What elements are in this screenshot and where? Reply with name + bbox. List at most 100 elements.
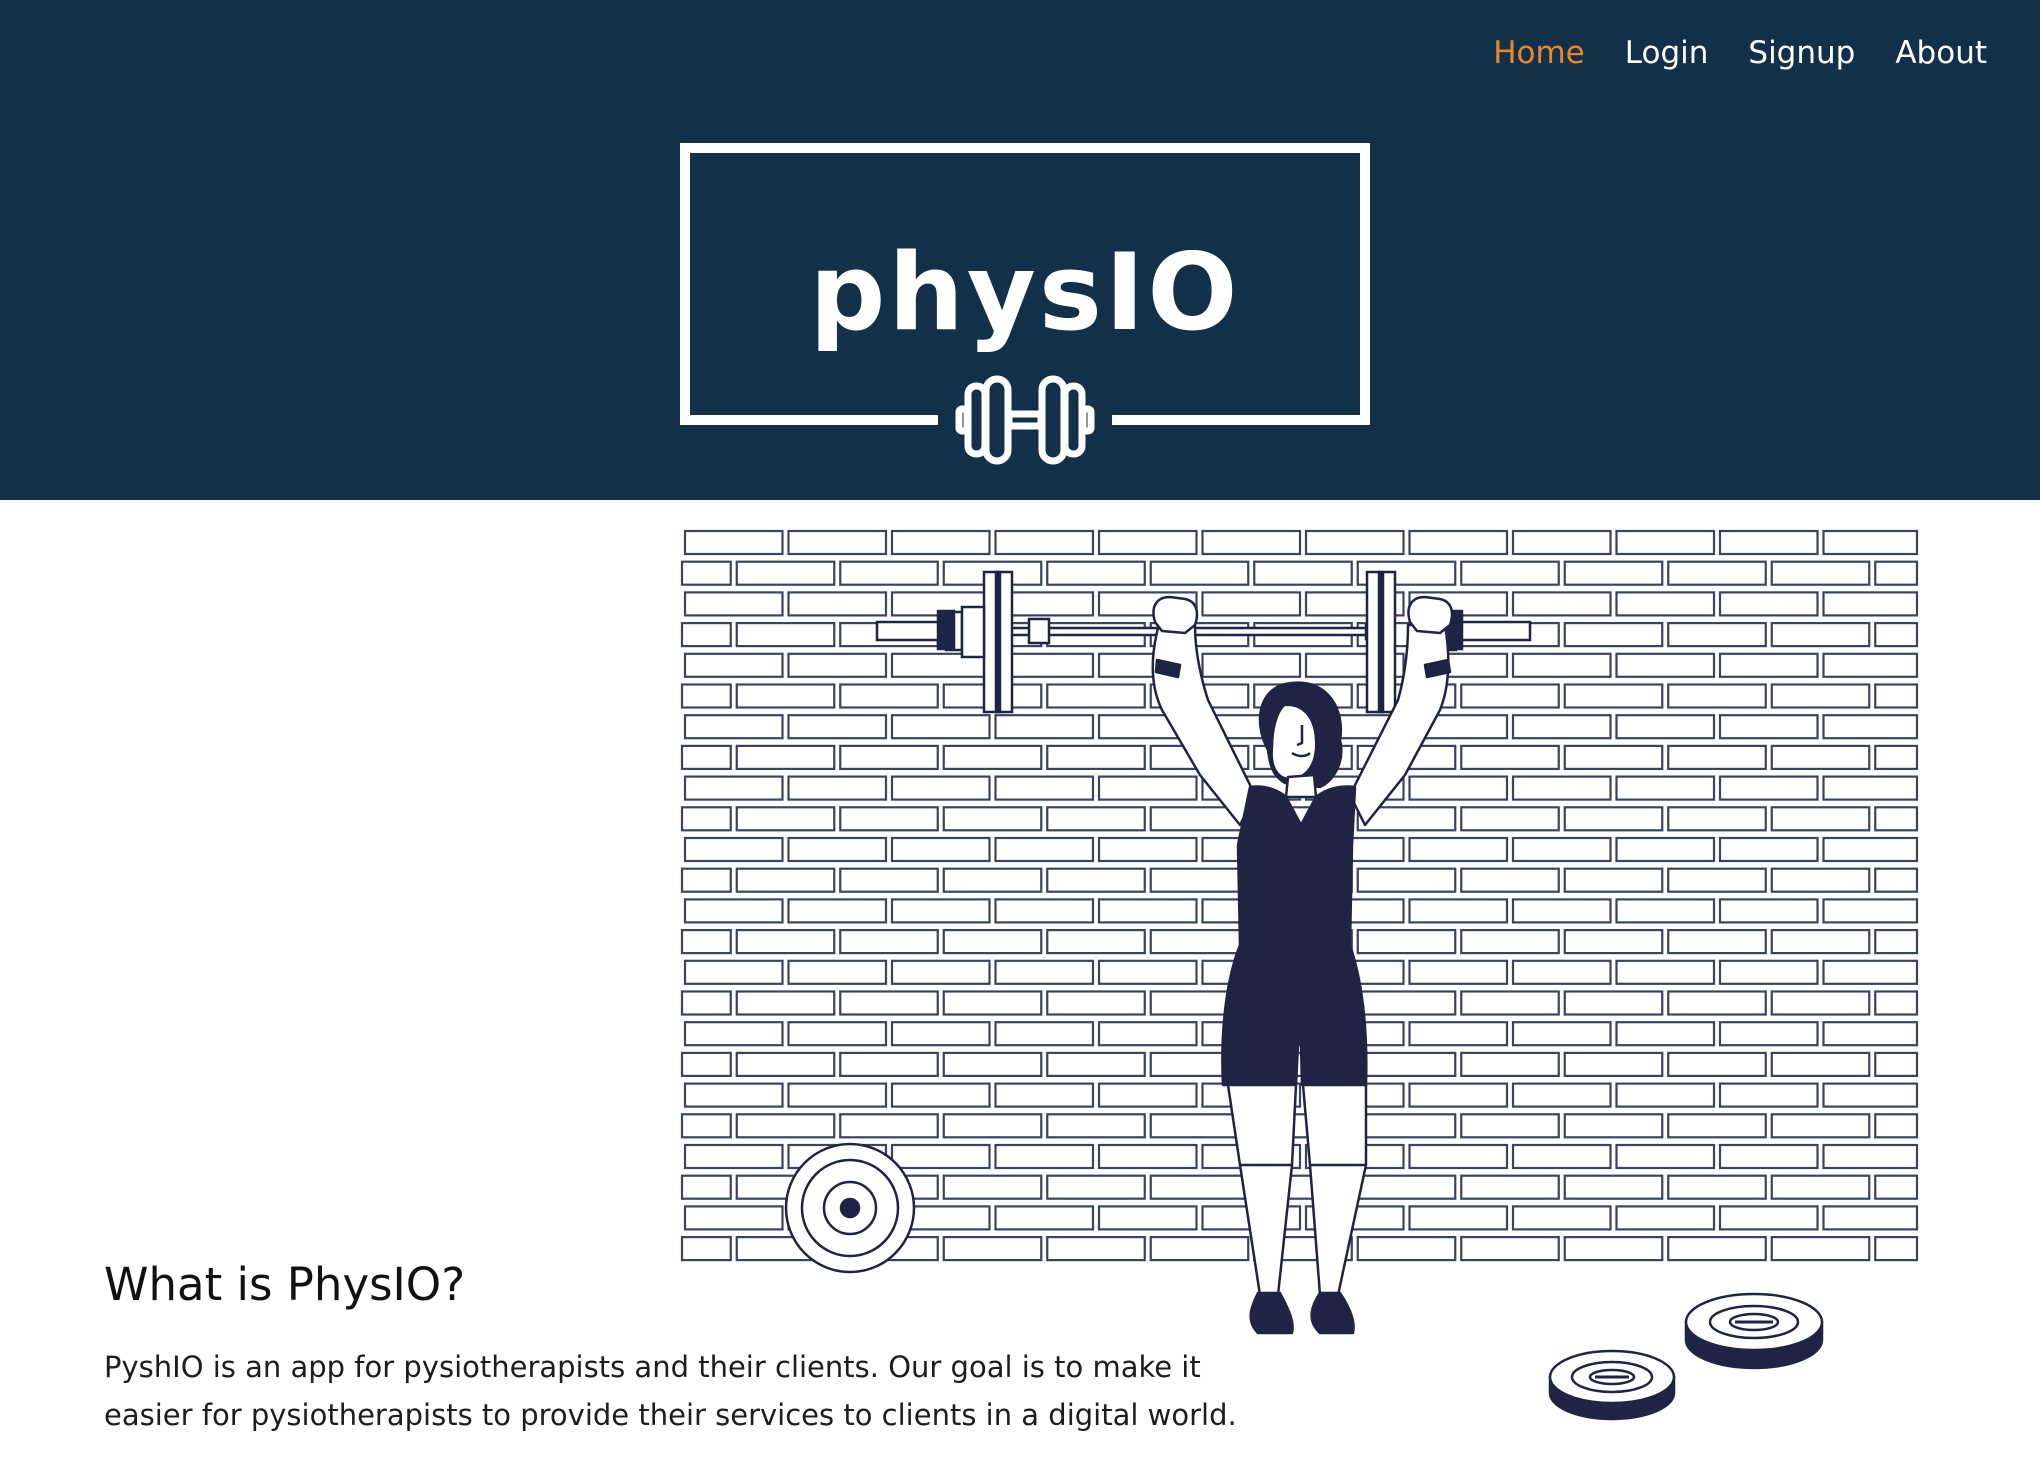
brick — [839, 744, 939, 770]
brick — [839, 560, 939, 586]
brick — [1563, 806, 1664, 832]
site-header: Home Login Signup About physIO — [0, 0, 2040, 500]
brick — [1770, 621, 1871, 648]
brick — [1511, 1205, 1612, 1231]
brick — [735, 806, 836, 832]
brick — [942, 990, 1043, 1016]
brick — [1563, 1051, 1664, 1078]
brick — [994, 1143, 1095, 1170]
brick — [1615, 898, 1716, 924]
brick — [1356, 867, 1457, 893]
brick — [1667, 621, 1767, 648]
brick — [1615, 836, 1716, 863]
brick — [1822, 1082, 1919, 1108]
brick — [1046, 806, 1146, 832]
brick — [1460, 929, 1560, 955]
brick — [1149, 929, 1250, 955]
brick — [1460, 1051, 1560, 1078]
brick — [1667, 806, 1767, 832]
brick — [1718, 1021, 1819, 1047]
brick — [1511, 1082, 1612, 1108]
brick — [1408, 959, 1509, 985]
brick — [683, 652, 784, 678]
brick — [680, 744, 732, 770]
brick — [1667, 1113, 1767, 1139]
brick — [787, 959, 888, 985]
brick — [1460, 1113, 1560, 1139]
brick — [1718, 1082, 1819, 1108]
brick — [787, 1082, 888, 1108]
brick — [735, 560, 836, 586]
brick — [1149, 560, 1250, 586]
brick — [1460, 867, 1560, 893]
brick — [683, 1021, 784, 1047]
brick — [1822, 529, 1919, 556]
brick — [994, 775, 1095, 801]
brick — [1356, 990, 1457, 1016]
brick — [1615, 1021, 1716, 1047]
brick — [1046, 867, 1146, 893]
brick — [735, 744, 836, 770]
brick — [942, 867, 1043, 893]
nav-signup-link[interactable]: Signup — [1748, 28, 1855, 78]
brick — [735, 683, 836, 709]
brick — [683, 1143, 784, 1170]
brick — [1615, 652, 1716, 678]
brick — [1460, 683, 1560, 709]
brick — [1770, 560, 1871, 586]
brick — [890, 1082, 991, 1108]
brick — [1667, 929, 1767, 955]
brick — [1097, 1143, 1198, 1170]
brick — [1097, 898, 1198, 924]
brick — [680, 867, 732, 893]
brick — [1563, 560, 1664, 586]
nav-login-link[interactable]: Login — [1625, 28, 1709, 78]
brick — [1718, 836, 1819, 863]
brick — [1874, 744, 1919, 770]
brick — [680, 1174, 732, 1200]
brick — [1563, 929, 1664, 955]
brick — [1046, 1113, 1146, 1139]
brick — [787, 836, 888, 863]
brick — [839, 1051, 939, 1078]
about-heading: What is PhysIO? — [104, 1258, 466, 1311]
brick — [1667, 560, 1767, 586]
nav-home-link[interactable]: Home — [1493, 28, 1585, 78]
brick — [1511, 591, 1612, 617]
brick — [942, 806, 1043, 832]
brick — [890, 775, 991, 801]
brick — [1718, 775, 1819, 801]
brick — [839, 683, 939, 709]
brick — [1770, 744, 1871, 770]
brick — [1408, 529, 1509, 556]
brick — [1822, 836, 1919, 863]
nav-about-link[interactable]: About — [1895, 28, 1987, 78]
brick — [1408, 1021, 1509, 1047]
brick — [1822, 1205, 1919, 1231]
brick — [1563, 621, 1664, 648]
brick — [839, 806, 939, 832]
brick — [680, 621, 732, 648]
brick — [1356, 1235, 1457, 1262]
brick — [1097, 775, 1198, 801]
brick — [1874, 621, 1919, 648]
brick — [735, 1051, 836, 1078]
brick — [787, 529, 888, 556]
brick — [1874, 1051, 1919, 1078]
brick — [1874, 560, 1919, 586]
brick — [1356, 1051, 1457, 1078]
brick — [890, 714, 991, 740]
brick — [1511, 836, 1612, 863]
logo-wordmark: physIO — [809, 231, 1241, 354]
brick — [1822, 959, 1919, 985]
brick — [1408, 836, 1509, 863]
brick — [994, 1021, 1095, 1047]
brick — [1563, 1113, 1664, 1139]
brick — [1667, 1174, 1767, 1200]
brick — [1046, 744, 1146, 770]
brick — [1046, 990, 1146, 1016]
brick — [1770, 1113, 1871, 1139]
woman-figure — [1151, 595, 1454, 1335]
brick — [1615, 529, 1716, 556]
brick — [1563, 1235, 1664, 1262]
